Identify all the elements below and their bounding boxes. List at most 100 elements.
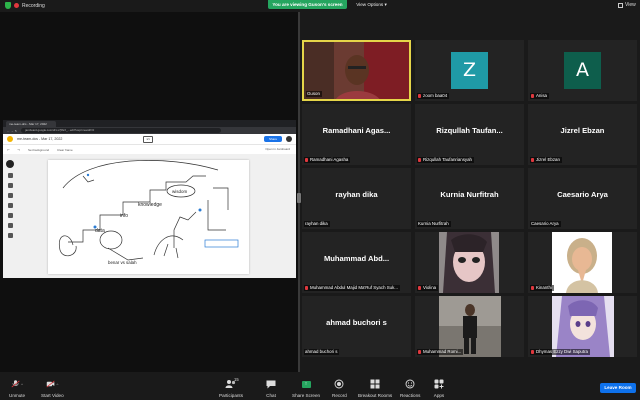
drawing-tools — [5, 158, 15, 244]
participant-display-name: ahmad buchori s — [326, 318, 387, 327]
video-tile-muhammad-romi[interactable]: Muhammad Romi... — [415, 296, 524, 357]
recording-indicator[interactable]: Recording — [5, 2, 45, 9]
board-label-wisdom: wisdom — [172, 189, 188, 194]
unmute-button[interactable]: ^ Unmute — [9, 379, 25, 398]
video-tile-ramadhani[interactable]: Ramadhani Agas... Ramadhani Agasha — [302, 104, 411, 165]
mic-off-icon — [418, 158, 421, 162]
video-tile-dhymas[interactable]: Dhymas Ezzy Dwi Saputra — [528, 296, 637, 357]
shared-browser-window: me-team-dcs - Mar 17, 2022 ← → ↻ jamboar… — [3, 120, 296, 278]
laser-tool-icon[interactable] — [7, 233, 13, 238]
url-field[interactable]: jamboard.google.com/d/1-x7j8sX_...edit?u… — [21, 128, 222, 133]
chevron-up-icon[interactable]: ^ — [21, 382, 23, 387]
jamboard-canvas: knowledge wisdom info data benar vs sala… — [3, 154, 296, 278]
board-label-knowledge: knowledge — [138, 202, 162, 208]
whiteboard-drawing: knowledge wisdom info data benar vs sala… — [58, 160, 239, 265]
share-button[interactable]: Share — [264, 136, 282, 142]
participant-name-tag: Ramadhani Agasha — [304, 157, 351, 163]
jamboard-logo-icon — [7, 136, 13, 142]
jamboard-header: me-team-dcs - Mar 17, 2022 1/1 Share — [3, 134, 296, 145]
recording-label: Recording — [22, 2, 45, 9]
nav-arrows-icon[interactable]: ← → ↻ — [7, 129, 17, 133]
share-screen-label: Share Screen — [292, 393, 321, 398]
reactions-label: Reactions — [400, 393, 421, 398]
participant-name-tag: Rizqullah Taufanriansyah — [417, 157, 474, 163]
address-bar: ← → ↻ jamboard.google.com/d/1-x7j8sX_...… — [3, 127, 296, 134]
chat-label: Chat — [266, 393, 276, 398]
record-label: Record — [332, 393, 347, 398]
image-tool-icon[interactable] — [7, 203, 13, 208]
shape-tool-icon[interactable] — [7, 213, 13, 218]
participant-display-name: Kurnia Nurfitrah — [440, 190, 499, 199]
record-button[interactable]: Record — [332, 379, 347, 398]
participant-name-tag: zoom baa04 — [417, 93, 450, 99]
jamboard-toolbar: ↶ ↷ Set background Clear frame Open in J… — [3, 145, 296, 154]
shared-screen-area: me-team-dcs - Mar 17, 2022 ← → ↻ jamboar… — [0, 12, 298, 372]
participant-name-tag: Kinanthi — [530, 285, 554, 291]
breakout-rooms-button[interactable]: Breakout Rooms — [358, 379, 392, 398]
browser-tab-strip: me-team-dcs - Mar 17, 2022 — [3, 120, 296, 127]
frame-counter[interactable]: 1/1 — [143, 136, 153, 143]
breakout-rooms-label: Breakout Rooms — [358, 393, 393, 398]
pen-tool-icon[interactable] — [6, 160, 14, 168]
mic-off-icon — [531, 94, 534, 98]
mic-off-icon — [418, 94, 421, 98]
video-tile-zoom-baa04[interactable]: Z zoom baa04 — [415, 40, 524, 101]
view-label: View — [625, 2, 636, 8]
reactions-button[interactable]: Reactions — [400, 379, 420, 398]
start-video-button[interactable]: ^ Start Video — [41, 379, 64, 398]
participant-name-tag: Muhammad Romi... — [417, 349, 464, 355]
breakout-rooms-icon — [370, 379, 380, 389]
open-in-jamboard-link[interactable]: Open in Jamboard — [265, 147, 290, 151]
profile-photo — [552, 296, 614, 357]
record-dot-icon — [14, 3, 19, 8]
mic-off-icon — [305, 158, 308, 162]
redo-icon[interactable]: ↷ — [18, 148, 21, 152]
video-tile-rizqullah[interactable]: Rizqullah Taufan... Rizqullah Taufanrian… — [415, 104, 524, 165]
apps-button[interactable]: Apps — [433, 379, 445, 398]
split-handle-icon[interactable] — [297, 193, 301, 203]
eraser-tool-icon[interactable] — [7, 173, 13, 178]
viewing-screen-banner: You are viewing Guson's screen — [268, 0, 347, 9]
participants-button[interactable]: 15 Participants — [219, 377, 243, 398]
video-tile-guson[interactable]: Guson — [302, 40, 411, 101]
video-tile-violina[interactable]: Violina — [415, 232, 524, 293]
participant-display-name: rayhan dika — [335, 190, 378, 199]
sticky-note-icon[interactable] — [7, 193, 13, 198]
video-tile-kurnia[interactable]: Kurnia Nurfitrah Kurnia Nurfitrah — [415, 168, 524, 229]
participant-name-tag: rayhan dika — [304, 221, 330, 227]
share-screen-icon: ↑ — [301, 380, 311, 388]
video-tile-jizrel[interactable]: Jizrel Ebzan Jizrel Ebzan — [528, 104, 637, 165]
split-divider[interactable] — [298, 12, 300, 372]
profile-photo — [439, 296, 501, 357]
video-tile-rayhan[interactable]: rayhan dika rayhan dika — [302, 168, 411, 229]
chevron-up-icon[interactable]: ^ — [56, 382, 58, 387]
undo-icon[interactable]: ↶ — [7, 148, 10, 152]
view-button[interactable]: View — [618, 2, 636, 8]
chat-button[interactable]: Chat — [265, 379, 277, 398]
clear-frame-button[interactable]: Clear frame — [57, 148, 73, 152]
view-options-button[interactable]: View Options ▾ — [351, 0, 392, 9]
participant-name-tag: Dhymas Ezzy Dwi Saputra — [530, 349, 590, 355]
participant-name-tag: Anisa — [530, 93, 549, 99]
leave-room-button[interactable]: Leave Room — [600, 383, 636, 393]
whiteboard-frame[interactable]: knowledge wisdom info data benar vs sala… — [48, 160, 249, 274]
select-tool-icon[interactable] — [7, 183, 13, 188]
browser-tab[interactable]: me-team-dcs - Mar 17, 2022 — [6, 121, 56, 127]
meeting-toolbar: ^ Unmute ^ Start Video 15 Participants C… — [0, 372, 640, 400]
mic-off-icon — [418, 350, 421, 354]
video-tile-ahmad-buchori[interactable]: ahmad buchori s ahmad buchori s — [302, 296, 411, 357]
mic-off-icon — [305, 286, 308, 290]
shield-icon — [5, 2, 11, 9]
set-background-button[interactable]: Set background — [28, 148, 49, 152]
participant-display-name: Muhammad Abd... — [323, 254, 390, 263]
video-tile-muhammad-abdul[interactable]: Muhammad Abd... Muhammad Abdul Majid Ma'… — [302, 232, 411, 293]
profile-photo — [552, 232, 612, 293]
text-tool-icon[interactable] — [7, 223, 13, 228]
share-screen-button[interactable]: ↑ Share Screen — [292, 379, 320, 398]
video-tile-anisa[interactable]: A Anisa — [528, 40, 637, 101]
video-tile-caesario[interactable]: Caesario Arya Caesario Arya — [528, 168, 637, 229]
avatar[interactable] — [286, 136, 292, 142]
smiley-icon — [405, 379, 415, 389]
video-tile-kinanthi[interactable]: Kinanthi — [528, 232, 637, 293]
jamboard-title[interactable]: me-team-dcs - Mar 17, 2022 — [17, 137, 62, 141]
